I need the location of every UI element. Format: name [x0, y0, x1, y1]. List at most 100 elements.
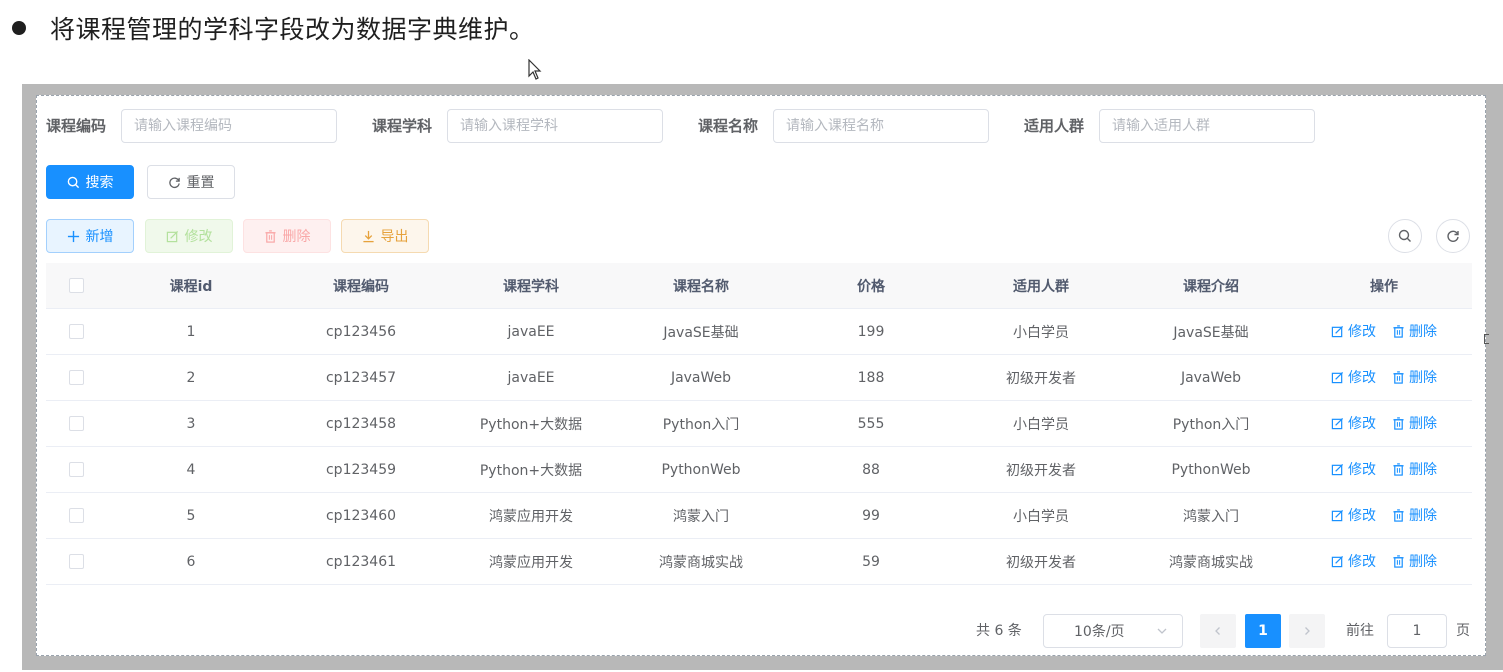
course-code-input[interactable] — [121, 109, 337, 143]
edit-icon — [166, 230, 178, 242]
row-edit-link[interactable]: 修改 — [1331, 367, 1376, 387]
cell-price: 199 — [786, 308, 956, 355]
cell-course-id: 2 — [106, 354, 276, 401]
cell-audience: 初级开发者 — [956, 538, 1126, 585]
row-delete-link[interactable]: 删除 — [1392, 413, 1437, 433]
cell-course-subject: javaEE — [446, 354, 616, 401]
cell-course-code: cp123458 — [276, 400, 446, 447]
cell-course-name: Python入门 — [616, 400, 786, 447]
row-delete-label: 删除 — [1409, 324, 1437, 341]
row-checkbox[interactable] — [68, 462, 84, 477]
row-edit-link[interactable]: 修改 — [1331, 413, 1376, 433]
row-delete-link[interactable]: 删除 — [1392, 551, 1437, 571]
edit-button[interactable]: 修改 — [145, 219, 233, 253]
select-all-cell — [46, 263, 106, 309]
row-delete-link[interactable]: 删除 — [1392, 367, 1437, 387]
heading-text: 将课程管理的学科字段改为数据字典维护。 — [50, 15, 535, 44]
row-edit-link[interactable]: 修改 — [1331, 321, 1376, 341]
page-suffix: 页 — [1456, 623, 1470, 639]
page-size-select[interactable]: 10条/页 — [1043, 614, 1183, 648]
course-table: 课程id 课程编码 课程学科 课程名称 价格 适用人群 课程介绍 操作 1 cp1… — [46, 263, 1472, 585]
row-select-cell — [46, 400, 106, 447]
row-checkbox[interactable] — [68, 508, 84, 523]
table-body: 1 cp123456 javaEE JavaSE基础 199 小白学员 JavaSE基础 修改… — [46, 308, 1472, 585]
row-checkbox[interactable] — [68, 324, 84, 339]
row-delete-link[interactable]: 删除 — [1392, 459, 1437, 479]
table-row: 4 cp123459 Python+大数据 PythonWeb 88 初级开发者 Pytho… — [46, 446, 1472, 493]
row-checkbox[interactable] — [68, 370, 84, 385]
cell-audience: 小白学员 — [956, 400, 1126, 447]
cell-course-id: 6 — [106, 538, 276, 585]
row-checkbox[interactable] — [68, 416, 84, 431]
trash-icon — [1393, 555, 1404, 568]
cell-course-code: cp123461 — [276, 538, 446, 585]
trash-icon — [1393, 371, 1404, 384]
add-button[interactable]: 新增 — [46, 219, 134, 253]
audience-input[interactable] — [1099, 109, 1315, 143]
export-button[interactable]: 导出 — [341, 219, 429, 253]
cell-course-id: 5 — [106, 492, 276, 539]
page-heading: 将课程管理的学科字段改为数据字典维护。 — [12, 8, 535, 48]
row-edit-link[interactable]: 修改 — [1331, 551, 1376, 571]
next-page-button[interactable] — [1289, 614, 1325, 648]
cell-price: 88 — [786, 446, 956, 493]
row-delete-label: 删除 — [1409, 416, 1437, 433]
header-course-id: 课程id — [106, 263, 276, 309]
search-icon — [1398, 229, 1411, 242]
cell-audience: 初级开发者 — [956, 446, 1126, 493]
prev-page-button[interactable] — [1200, 614, 1236, 648]
row-delete-label: 删除 — [1409, 370, 1437, 387]
row-delete-link[interactable]: 删除 — [1392, 321, 1437, 341]
cell-course-name: 鸿蒙商城实战 — [616, 538, 786, 585]
reset-button[interactable]: 重置 — [147, 165, 235, 199]
edit-icon — [1331, 417, 1344, 429]
goto-page-input[interactable] — [1387, 614, 1447, 648]
trash-icon — [1393, 509, 1404, 522]
row-checkbox[interactable] — [68, 554, 84, 569]
pagination-total: 共 6 条 — [976, 623, 1022, 639]
trash-icon — [1393, 325, 1404, 338]
row-edit-link[interactable]: 修改 — [1331, 505, 1376, 525]
row-select-cell — [46, 446, 106, 493]
row-edit-label: 修改 — [1348, 416, 1376, 433]
search-button[interactable]: 搜索 — [46, 165, 134, 199]
refresh-icon — [168, 176, 180, 188]
trash-icon — [1393, 463, 1404, 476]
cell-actions: 修改 删除 — [1296, 400, 1472, 447]
row-edit-link[interactable]: 修改 — [1331, 459, 1376, 479]
table-row: 5 cp123460 鸿蒙应用开发 鸿蒙入门 99 小白学员 鸿蒙入门 修改 删除 — [46, 492, 1472, 539]
row-select-cell — [46, 354, 106, 401]
course-name-label: 课程名称 — [698, 117, 759, 135]
refresh-icon — [1447, 230, 1459, 242]
delete-button[interactable]: 删除 — [243, 219, 331, 253]
header-actions: 操作 — [1296, 263, 1472, 309]
cell-course-name: JavaSE基础 — [616, 308, 786, 355]
course-subject-input[interactable] — [447, 109, 663, 143]
cell-course-name: JavaWeb — [616, 354, 786, 401]
row-delete-link[interactable]: 删除 — [1392, 505, 1437, 525]
course-name-input[interactable] — [773, 109, 989, 143]
cell-course-name: PythonWeb — [616, 446, 786, 493]
page-number-current[interactable]: 1 — [1245, 614, 1281, 648]
select-all-checkbox[interactable] — [68, 278, 84, 293]
course-management-panel: 课程编码 课程学科 课程名称 适用人群 搜索 重置 新增 修改 删除 导出 — [36, 95, 1486, 656]
cell-course-subject: Python+大数据 — [446, 446, 616, 493]
refresh-table-button[interactable] — [1436, 219, 1470, 253]
cursor-icon — [528, 59, 542, 80]
table-row: 1 cp123456 javaEE JavaSE基础 199 小白学员 JavaSE基础 修改… — [46, 308, 1472, 355]
scrollbar-edge — [1484, 334, 1489, 344]
edit-icon — [1331, 463, 1344, 475]
toggle-search-button[interactable] — [1388, 219, 1422, 253]
row-delete-label: 删除 — [1409, 462, 1437, 479]
header-course-name: 课程名称 — [616, 263, 786, 309]
bullet-icon — [12, 21, 26, 35]
plus-icon — [67, 230, 79, 242]
cell-course-code: cp123460 — [276, 492, 446, 539]
row-edit-label: 修改 — [1348, 370, 1376, 387]
cell-actions: 修改 删除 — [1296, 354, 1472, 401]
table-row: 2 cp123457 javaEE JavaWeb 188 初级开发者 JavaWeb 修改删… — [46, 354, 1472, 401]
row-select-cell — [46, 492, 106, 539]
cell-course-subject: javaEE — [446, 308, 616, 355]
table-header-row: 课程id 课程编码 课程学科 课程名称 价格 适用人群 课程介绍 操作 — [46, 263, 1472, 309]
cell-actions: 修改 删除 — [1296, 492, 1472, 539]
